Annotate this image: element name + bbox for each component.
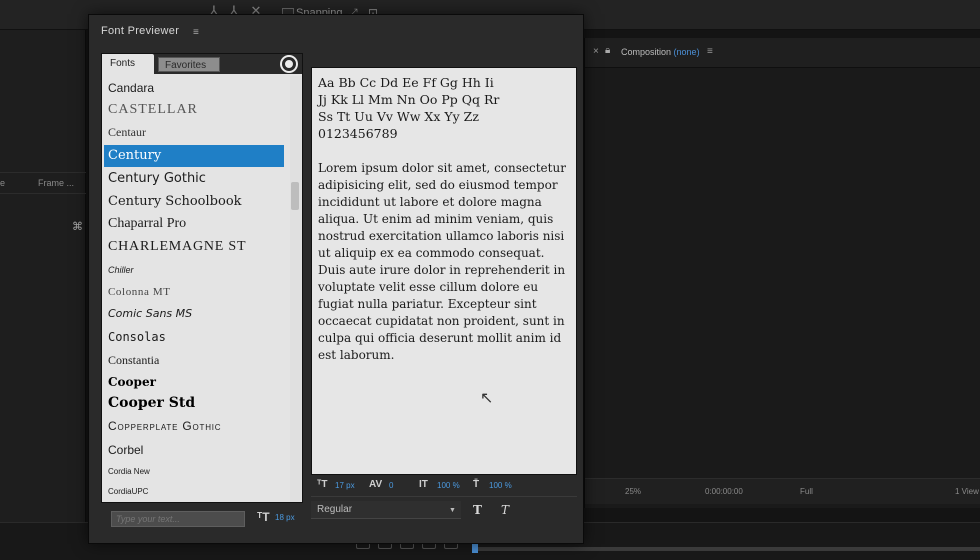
font-previewer-window: Font Previewer ≡ Fonts Favorites Candara…: [88, 14, 584, 544]
composition-header: × 🔒︎ Composition (none) ≡: [585, 38, 980, 68]
italic-button[interactable]: T: [501, 503, 509, 517]
font-item-consolas[interactable]: Consolas: [104, 327, 284, 347]
composition-footer: 25% 0:00:00:00 Full 1 View: [585, 478, 980, 504]
alphabet-line: Jj Kk Ll Mm Nn Oo Pp Qq Rr: [318, 92, 500, 107]
window-title: Font Previewer: [101, 25, 180, 37]
vertical-scale-icon: IT: [419, 479, 428, 490]
views-select[interactable]: 1 View: [955, 487, 979, 496]
composition-title: Composition (none): [621, 47, 700, 57]
timecode-display[interactable]: 0:00:00:00: [705, 487, 743, 496]
project-column-header: e Frame ...: [0, 172, 86, 194]
playhead[interactable]: [472, 543, 478, 553]
mouse-cursor-icon: ↖: [480, 388, 494, 407]
font-item-chaparral-pro[interactable]: Chaparral Pro: [104, 214, 284, 234]
composition-none-label: (none): [673, 47, 700, 57]
font-item-century-schoolbook[interactable]: Century Schoolbook: [104, 192, 284, 212]
font-item-copperplate-gothic[interactable]: Copperplate Gothic: [104, 416, 284, 436]
horizontal-scale-icon: T̄: [473, 479, 480, 490]
gear-icon[interactable]: [282, 57, 296, 71]
font-list-scrollbar[interactable]: [290, 76, 302, 502]
font-list-panel: Fonts Favorites Candara CASTELLAR Centau…: [101, 53, 303, 503]
time-ruler[interactable]: [474, 547, 980, 551]
scrollbar-thumb[interactable]: [291, 182, 299, 210]
bold-button[interactable]: T: [473, 503, 482, 517]
composition-title-text: Composition: [621, 47, 672, 57]
horizontal-scale-value[interactable]: 100 %: [489, 481, 512, 490]
font-item-cooper-std[interactable]: Cooper Std: [104, 392, 284, 414]
font-style-value: Regular: [317, 504, 353, 515]
panel-menu-icon[interactable]: ≡: [707, 46, 713, 57]
font-size-icon: ᵀT: [317, 479, 328, 490]
zoom-select[interactable]: 25%: [625, 487, 641, 496]
font-list-footer: ᵀT 18 px: [101, 509, 303, 537]
tab-bar: Fonts Favorites: [102, 54, 302, 74]
font-item-century[interactable]: Century: [104, 145, 284, 167]
project-panel: e Frame ... ⌘: [0, 30, 86, 560]
font-item-century-gothic[interactable]: Century Gothic: [104, 169, 284, 189]
font-item-comic-sans-ms[interactable]: Comic Sans MS: [104, 304, 284, 324]
font-item-chiller[interactable]: Chiller: [104, 260, 284, 280]
flowchart-icon[interactable]: ⌘: [72, 220, 83, 233]
lock-icon[interactable]: 🔒︎: [605, 45, 610, 56]
font-size-value[interactable]: 17 px: [335, 481, 355, 490]
style-row: Regular ▼ T T: [311, 499, 577, 523]
menu-icon[interactable]: ≡: [193, 27, 199, 38]
list-font-size-value[interactable]: 18 px: [275, 513, 295, 522]
tab-favorites[interactable]: Favorites: [158, 57, 220, 72]
vertical-scale-value[interactable]: 100 %: [437, 481, 460, 490]
tracking-value[interactable]: 0: [389, 481, 393, 490]
font-item-corbel[interactable]: Corbel: [104, 440, 284, 460]
font-style-select[interactable]: Regular ▼: [311, 501, 461, 519]
tracking-icon: AV: [369, 479, 383, 490]
font-item-constantia[interactable]: Constantia: [104, 350, 284, 370]
column-header-frame[interactable]: Frame ...: [38, 178, 74, 188]
font-item-cooper[interactable]: Cooper: [104, 372, 284, 392]
lorem-sample-text[interactable]: Lorem ipsum dolor sit amet, consectetur …: [318, 160, 570, 364]
alphabet-line: Aa Bb Cc Dd Ee Ff Gg Hh Ii: [318, 75, 494, 90]
column-header-e[interactable]: e: [0, 178, 5, 188]
font-item-cordia-new[interactable]: Cordia New: [104, 462, 284, 482]
font-item-colonna-mt[interactable]: Colonna MT: [104, 282, 284, 302]
alphabet-line: Ss Tt Uu Vv Ww Xx Yy Zz: [318, 109, 479, 124]
font-preview-area[interactable]: Aa Bb Cc Dd Ee Ff Gg Hh Ii Jj Kk Ll Mm N…: [311, 67, 577, 475]
font-item-centaur[interactable]: Centaur: [104, 122, 284, 142]
font-item-charlemagne-st[interactable]: CHARLEMAGNE ST: [104, 236, 284, 258]
resolution-select[interactable]: Full: [800, 487, 813, 496]
type-controls: ᵀT 17 px AV 0 IT 100 % T̄ 100 %: [311, 475, 577, 497]
type-text-input[interactable]: [111, 511, 245, 527]
font-size-icon: ᵀT: [257, 510, 270, 524]
tab-fonts[interactable]: Fonts: [102, 54, 154, 74]
composition-panel: × 🔒︎ Composition (none) ≡ 25% 0:00:00:00…: [584, 38, 980, 508]
chevron-down-icon: ▼: [449, 507, 456, 514]
numbers-line: 0123456789: [318, 126, 398, 141]
font-item-candara[interactable]: Candara: [104, 78, 284, 98]
font-list: Candara CASTELLAR Centaur Century Centur…: [102, 76, 288, 502]
font-item-cordiaupc[interactable]: CordiaUPC: [104, 482, 284, 502]
alphabet-sample: Aa Bb Cc Dd Ee Ff Gg Hh Ii Jj Kk Ll Mm N…: [318, 74, 570, 142]
close-icon[interactable]: ×: [593, 46, 599, 57]
font-item-castellar[interactable]: CASTELLAR: [104, 100, 284, 120]
